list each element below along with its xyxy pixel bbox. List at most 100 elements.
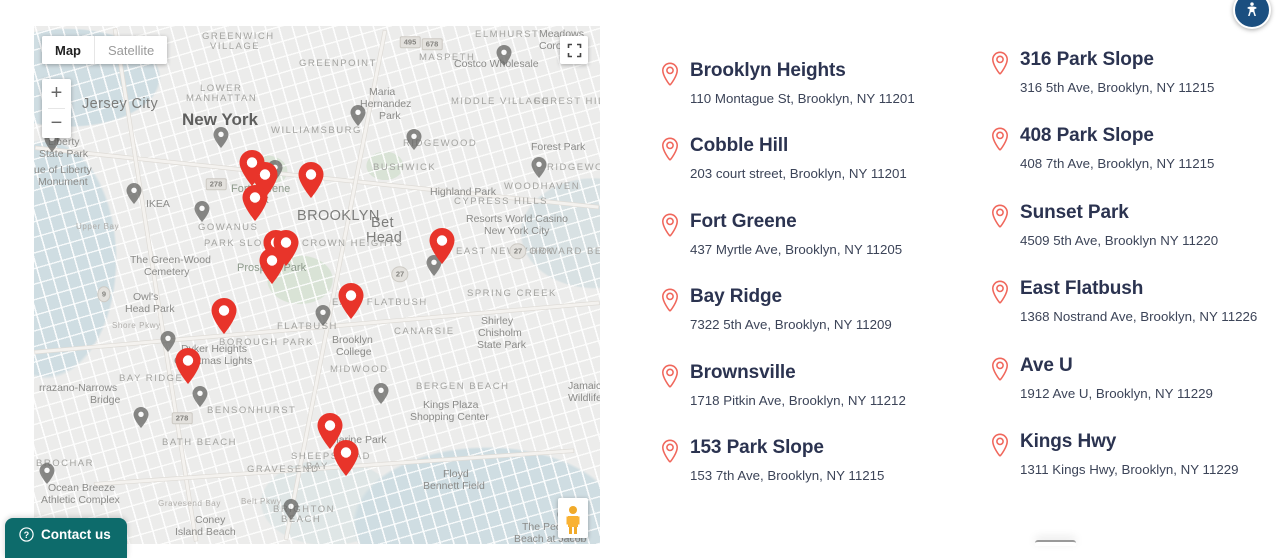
map-marker-east-new-york[interactable] [429,228,455,264]
location-list-item[interactable]: Ave U 1912 Ave U, Brooklyn, NY 11229 [990,355,1260,404]
map-panel[interactable]: New York Jersey City BROOKLYN GREENWICH VILL… [34,26,600,544]
location-pin-icon [990,127,1010,152]
map-marker-bay-ridge[interactable] [175,348,201,384]
location-title[interactable]: Brownsville [690,362,975,384]
map-poi-marker [160,331,176,352]
location-address: 408 7th Ave, Brooklyn, NY 11215 [1020,156,1215,172]
location-title[interactable]: Ave U [1020,355,1260,377]
map-canvas[interactable]: New York Jersey City BROOKLYN GREENWICH VILL… [34,26,600,544]
accessibility-person-icon [1241,0,1263,21]
location-pin-icon [662,439,678,463]
location-address: 437 Myrtle Ave, Brooklyn, NY 11205 [690,241,903,257]
location-pin-icon [662,137,678,161]
map-poi-icon [160,331,176,352]
location-title[interactable]: East Flatbush [1020,278,1260,300]
map-type-map-button[interactable]: Map [42,36,94,64]
location-pin-icon [992,357,1008,381]
street-view-pegman-icon [566,506,580,534]
street-view-pegman[interactable] [558,498,588,538]
map-marker-fort-greene[interactable] [298,162,324,198]
location-title[interactable]: Cobble Hill [690,135,975,157]
location-pin-icon [662,62,678,86]
fullscreen-button[interactable] [560,36,588,64]
map-poi-marker [496,45,512,66]
map-marker-icon [338,283,364,319]
location-title[interactable]: Fort Greene [690,211,975,233]
map-zoom-controls[interactable]: + − [42,79,71,138]
map-type-satellite-button[interactable]: Satellite [94,36,168,64]
location-list-item[interactable]: Kings Hwy 1311 Kings Hwy, Brooklyn, NY 11… [990,431,1260,480]
map-marker-icon [175,348,201,384]
location-pin-icon [660,439,680,464]
locations-column-left: Brooklyn Heights 110 Montague St, Brookly… [660,40,975,513]
location-address: 4509 5th Ave, Brooklyn NY 11220 [1020,232,1219,248]
location-pin-icon [990,280,1010,305]
zoom-in-button[interactable]: + [42,79,71,108]
location-text: Sunset Park 4509 5th Ave, Brooklyn NY 112… [1020,202,1260,251]
map-poi-icon [373,383,389,404]
map-marker-east-flatbush[interactable] [338,283,364,319]
location-text: 408 Park Slope 408 7th Ave, Brooklyn, NY … [1020,125,1260,174]
map-marker-icon [429,228,455,264]
location-pin-icon [992,280,1008,304]
locations-column-right: 316 Park Slope 316 5th Ave, Brooklyn, NY … [975,40,1260,513]
location-list-item[interactable]: Fort Greene 437 Myrtle Ave, Brooklyn, NY … [660,211,975,260]
location-list-item[interactable]: Brooklyn Heights 110 Montague St, Brookly… [660,60,975,109]
map-marker-408-park-slope[interactable] [259,248,285,284]
map-marker-sunset-park[interactable] [211,298,237,334]
location-address: 7322 5th Ave, Brooklyn, NY 11209 [690,317,892,333]
map-type-toggle[interactable]: Map Satellite [42,36,168,64]
map-poi-marker [350,105,366,126]
location-list-item[interactable]: Brownsville 1718 Pitkin Ave, Brooklyn, NY… [660,362,975,411]
location-address: 110 Montague St, Brooklyn, NY 11201 [690,90,915,106]
location-list-item[interactable]: Bay Ridge 7322 5th Ave, Brooklyn, NY 1120… [660,286,975,335]
location-text: Ave U 1912 Ave U, Brooklyn, NY 11229 [1020,355,1260,404]
map-poi-icon [350,105,366,126]
map-poi-marker [194,201,210,222]
location-pin-icon [992,433,1008,457]
map-poi-marker [39,463,55,484]
location-pin-icon [990,357,1010,382]
location-pin-icon [992,127,1008,151]
map-poi-marker [133,407,149,428]
location-title[interactable]: 316 Park Slope [1020,49,1260,71]
location-list-item[interactable]: 153 Park Slope 153 7th Ave, Brooklyn, NY … [660,437,975,486]
location-pin-icon [662,213,678,237]
map-marker-red-hook[interactable] [242,185,268,221]
map-marker-icon [242,185,268,221]
map-marker-icon [259,248,285,284]
location-list-item[interactable]: 408 Park Slope 408 7th Ave, Brooklyn, NY … [990,125,1260,174]
map-poi-marker [126,183,142,204]
location-text: 316 Park Slope 316 5th Ave, Brooklyn, NY … [1020,49,1260,98]
map-highway-shield: 27 [509,243,527,259]
location-list-item[interactable]: Sunset Park 4509 5th Ave, Brooklyn NY 112… [990,202,1260,251]
location-title[interactable]: 408 Park Slope [1020,125,1260,147]
location-title[interactable]: Brooklyn Heights [690,60,975,82]
location-pin-icon [662,364,678,388]
location-pin-icon [992,204,1008,228]
bottom-edge-widget-stub[interactable] [1035,540,1076,546]
question-mark-icon: ? [19,527,34,542]
map-highway-shield: 278 [205,178,227,190]
location-pin-icon [660,364,680,389]
map-poi-icon [213,127,229,148]
location-list-item[interactable]: 316 Park Slope 316 5th Ave, Brooklyn, NY … [990,49,1260,98]
location-title[interactable]: Bay Ridge [690,286,975,308]
location-list-item[interactable]: East Flatbush 1368 Nostrand Ave, Brooklyn… [990,278,1260,327]
location-list-item[interactable]: Cobble Hill 203 court street, Brooklyn, N… [660,135,975,184]
location-text: 153 Park Slope 153 7th Ave, Brooklyn, NY … [690,437,975,486]
map-poi-marker [192,386,208,407]
location-title[interactable]: 153 Park Slope [690,437,975,459]
location-title[interactable]: Sunset Park [1020,202,1260,224]
map-poi-marker [373,383,389,404]
location-title[interactable]: Kings Hwy [1020,431,1260,453]
location-text: East Flatbush 1368 Nostrand Ave, Brooklyn… [1020,278,1260,327]
zoom-out-button[interactable]: − [42,109,71,138]
location-text: Bay Ridge 7322 5th Ave, Brooklyn, NY 1120… [690,286,975,335]
accessibility-button[interactable] [1233,0,1271,29]
location-address: 153 7th Ave, Brooklyn, NY 11215 [690,468,885,484]
map-marker-icon [298,162,324,198]
contact-us-button[interactable]: ? Contact us [5,518,127,558]
map-highway-shield: 27 [391,266,409,282]
map-marker-kings-hwy[interactable] [333,440,359,476]
